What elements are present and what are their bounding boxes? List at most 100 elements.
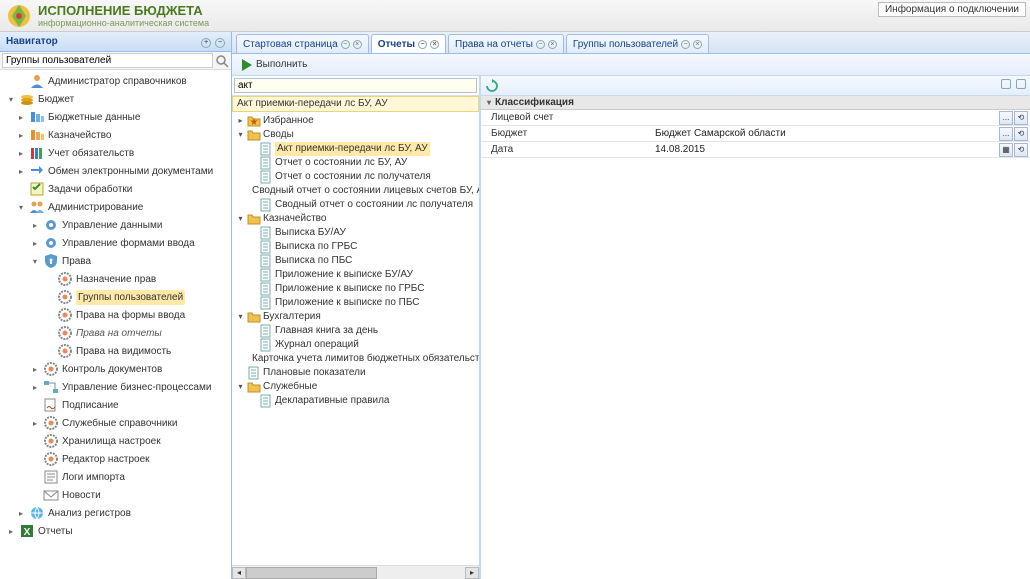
reset-button[interactable]: ⟲ — [1014, 111, 1028, 125]
minimize-icon[interactable]: − — [341, 40, 350, 49]
scroll-thumb[interactable] — [246, 567, 377, 579]
report-item[interactable]: Плановые показатели — [232, 366, 479, 380]
nav-item[interactable]: ▸Управление формами ввода — [2, 234, 231, 252]
expander-icon[interactable]: ▸ — [30, 362, 40, 377]
navigator-search-input[interactable] — [2, 53, 213, 68]
report-item[interactable]: Главная книга за день — [232, 324, 479, 338]
nav-item[interactable]: Новости — [2, 486, 231, 504]
expander-icon[interactable]: ▾ — [236, 310, 245, 324]
nav-item[interactable]: Группы пользователей — [2, 288, 231, 306]
expander-icon[interactable]: ▸ — [6, 524, 16, 539]
expander-icon[interactable]: ▸ — [236, 114, 245, 128]
report-item[interactable]: ▸★Избранное — [232, 114, 479, 128]
report-item[interactable]: ▾Бухгалтерия — [232, 310, 479, 324]
run-button[interactable]: Выполнить — [238, 58, 311, 72]
nav-item[interactable]: ▸Бюджетные данные — [2, 108, 231, 126]
report-item[interactable]: Декларативные правила — [232, 394, 479, 408]
expander-icon[interactable]: ▸ — [16, 146, 26, 161]
nav-item[interactable]: Права на видимость — [2, 342, 231, 360]
nav-item[interactable]: ▾Бюджет — [2, 90, 231, 108]
nav-item[interactable]: ▸Служебные справочники — [2, 414, 231, 432]
nav-item[interactable]: Логи импорта — [2, 468, 231, 486]
nav-item[interactable]: ▸Учет обязательств — [2, 144, 231, 162]
minimize-icon[interactable]: − — [418, 40, 427, 49]
minimize-icon[interactable]: − — [681, 40, 690, 49]
expander-icon[interactable]: ▸ — [30, 416, 40, 431]
collapse-icon[interactable]: − — [215, 38, 225, 48]
report-item[interactable]: Приложение к выписке по ПБС — [232, 296, 479, 310]
lookup-button[interactable]: ... — [999, 127, 1013, 141]
reports-selected-row[interactable]: Акт приемки-передачи лс БУ, АУ — [232, 96, 479, 112]
report-item[interactable]: ▾Служебные — [232, 380, 479, 394]
nav-item[interactable]: Администратор справочников — [2, 72, 231, 90]
scroll-track[interactable] — [246, 567, 465, 579]
nav-item[interactable]: ▸XОтчеты — [2, 522, 231, 540]
close-icon[interactable]: × — [430, 40, 439, 49]
lookup-button[interactable]: ... — [999, 111, 1013, 125]
nav-item[interactable]: Права на формы ввода — [2, 306, 231, 324]
tab[interactable]: Права на отчеты−× — [448, 34, 564, 53]
reports-filter-input[interactable] — [234, 78, 477, 93]
expander-icon[interactable]: ▸ — [16, 164, 26, 179]
nav-item[interactable]: Права на отчеты — [2, 324, 231, 342]
expander-icon[interactable]: ▾ — [30, 254, 40, 269]
nav-item[interactable]: ▸Казначейство — [2, 126, 231, 144]
tab[interactable]: Стартовая страница−× — [236, 34, 369, 53]
nav-item[interactable]: Хранилища настроек — [2, 432, 231, 450]
nav-item[interactable]: ▸Контроль документов — [2, 360, 231, 378]
nav-item[interactable]: ▸Управление бизнес-процессами — [2, 378, 231, 396]
expander-icon[interactable]: ▾ — [236, 380, 245, 394]
scroll-left-button[interactable]: ◂ — [232, 567, 246, 579]
expand-icon[interactable]: + — [201, 38, 211, 48]
report-item[interactable]: ▾Казначейство — [232, 212, 479, 226]
chevron-down-icon[interactable] — [1001, 79, 1011, 89]
minimize-icon[interactable]: − — [536, 40, 545, 49]
report-item[interactable]: Сводный отчет о состоянии лс получателя — [232, 198, 479, 212]
scroll-right-button[interactable]: ▸ — [465, 567, 479, 579]
horizontal-scrollbar[interactable]: ◂ ▸ — [232, 565, 479, 579]
nav-item[interactable]: ▾Права — [2, 252, 231, 270]
expander-icon[interactable]: ▸ — [30, 380, 40, 395]
search-icon[interactable] — [215, 54, 229, 68]
report-item[interactable]: Отчет о состоянии лс получателя — [232, 170, 479, 184]
close-icon[interactable]: × — [548, 40, 557, 49]
report-item[interactable]: Карточка учета лимитов бюджетных обязате… — [232, 352, 479, 366]
close-icon[interactable]: × — [693, 40, 702, 49]
nav-item[interactable]: ▸Управление данными — [2, 216, 231, 234]
nav-item[interactable]: Назначение прав — [2, 270, 231, 288]
close-icon[interactable]: × — [353, 40, 362, 49]
calendar-button[interactable]: ▦ — [999, 143, 1013, 157]
report-item[interactable]: Акт приемки-передачи лс БУ, АУ — [232, 142, 479, 156]
reset-button[interactable]: ⟲ — [1014, 143, 1028, 157]
nav-item[interactable]: ▸Обмен электронными документами — [2, 162, 231, 180]
report-item[interactable]: Выписка по ГРБС — [232, 240, 479, 254]
report-item[interactable]: Выписка по ПБС — [232, 254, 479, 268]
expander-icon[interactable]: ▾ — [236, 128, 245, 142]
expander-icon[interactable]: ▾ — [6, 92, 16, 107]
report-item[interactable]: Журнал операций — [232, 338, 479, 352]
report-item[interactable]: Сводный отчет о состоянии лицевых счетов… — [232, 184, 479, 198]
report-item[interactable]: Отчет о состоянии лс БУ, АУ — [232, 156, 479, 170]
connection-info-button[interactable]: Информация о подключении — [878, 2, 1026, 17]
refresh-icon[interactable] — [485, 79, 499, 93]
expander-icon[interactable]: ▾ — [236, 212, 245, 226]
nav-item[interactable]: ▾Администрирование — [2, 198, 231, 216]
expander-icon[interactable]: ▸ — [16, 110, 26, 125]
nav-item[interactable]: Задачи обработки — [2, 180, 231, 198]
param-value[interactable]: 14.08.2015 — [651, 144, 999, 155]
reset-button[interactable]: ⟲ — [1014, 127, 1028, 141]
report-item[interactable]: Приложение к выписке по ГРБС — [232, 282, 479, 296]
report-item[interactable]: Выписка БУ/АУ — [232, 226, 479, 240]
params-group-header[interactable]: Классификация — [481, 96, 1030, 110]
expander-icon[interactable]: ▸ — [30, 236, 40, 251]
expander-icon[interactable]: ▾ — [16, 200, 26, 215]
help-icon[interactable] — [1016, 79, 1026, 89]
reports-tree[interactable]: ▸★Избранное▾СводыАкт приемки-передачи лс… — [232, 112, 479, 565]
report-item[interactable]: Приложение к выписке БУ/АУ — [232, 268, 479, 282]
navigator-tree[interactable]: Администратор справочников▾Бюджет▸Бюджет… — [0, 70, 231, 579]
tab[interactable]: Группы пользователей−× — [566, 34, 709, 53]
expander-icon[interactable]: ▸ — [16, 128, 26, 143]
param-value[interactable]: Бюджет Самарской области — [651, 128, 999, 139]
nav-item[interactable]: Редактор настроек — [2, 450, 231, 468]
report-item[interactable]: ▾Своды — [232, 128, 479, 142]
